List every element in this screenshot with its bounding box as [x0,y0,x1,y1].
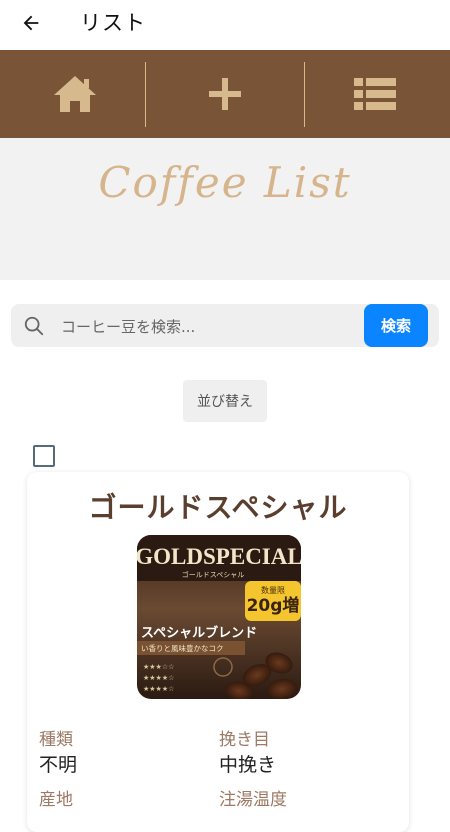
svg-text:★★★☆☆: ★★★☆☆ [143,663,174,671]
type-label: 種類 [39,730,73,750]
plus-icon [209,78,241,110]
page-title: リスト [80,11,146,35]
grind-value: 中挽き [219,754,277,776]
home-button[interactable] [0,50,150,138]
nav-bar [0,50,450,138]
coffee-card[interactable]: ゴールドスペシャル GOLDSPECIAL ゴールドスペシャル 数量限 20g増 [27,472,409,832]
origin-label: 産地 [39,790,73,810]
pour-temp-label: 注湯温度 [219,790,287,810]
coffee-name: ゴールドスペシャル [88,491,348,524]
svg-text:★★★★☆: ★★★★☆ [143,674,174,682]
sort-button[interactable]: 並び替え [183,380,267,422]
nav-divider [145,62,146,127]
svg-text:★★★★☆: ★★★★☆ [143,685,174,693]
banner: Coffee List [0,138,450,280]
image-tagline: い香りと風味豊かなコク [141,643,224,653]
search-bar: 検索 [11,304,439,347]
search-icon [24,316,44,336]
product-image: GOLDSPECIAL ゴールドスペシャル 数量限 20g増 スペシャルブレンド… [137,535,301,699]
image-blend-text: スペシャルブレンド [141,625,257,641]
image-badge-note: 数量限 [261,585,285,595]
list-icon [354,78,396,110]
select-checkbox[interactable] [33,445,55,467]
banner-title: Coffee List [98,158,352,207]
image-badge-text: 20g増 [247,595,300,616]
back-button[interactable] [16,8,46,38]
add-button[interactable] [150,50,300,138]
home-icon [54,76,96,112]
grind-label: 挽き目 [219,730,270,750]
app-bar: リスト [0,0,450,50]
search-button[interactable]: 検索 [364,304,428,347]
image-brand-text: GOLDSPECIAL [137,544,301,569]
list-button[interactable] [300,50,450,138]
search-input[interactable] [59,308,363,345]
image-sub-text: ゴールドスペシャル [182,570,245,579]
arrow-left-icon [23,15,39,31]
type-value: 不明 [39,754,78,776]
